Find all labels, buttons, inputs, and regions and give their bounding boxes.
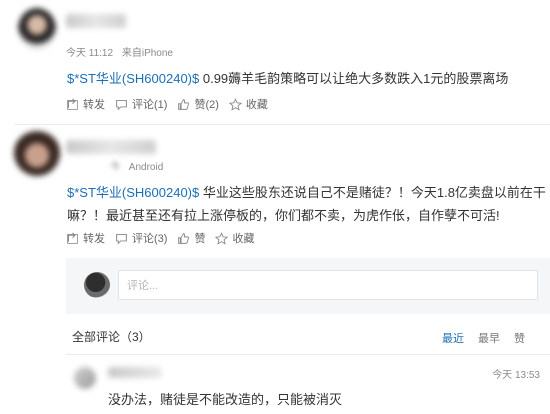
post-actions: 转发 评论(3) 赞 收藏 [66, 230, 254, 246]
stock-link[interactable]: $*ST华业(SH600240)$ [67, 71, 199, 86]
thumbs-up-icon [178, 98, 190, 110]
favorite-button[interactable]: 收藏 [228, 96, 268, 112]
sort-recent[interactable]: 最近 [442, 330, 464, 346]
favorite-button[interactable]: 收藏 [215, 230, 254, 246]
sort-likes[interactable]: 赞 [514, 330, 525, 346]
post-body: 华业这些股东还说自己不是赌徒？！今天1.8亿卖盘以前在干 [202, 185, 546, 200]
comment-composer: 评论... [66, 258, 550, 314]
reply-text: 没办法，赌徒是不能改造的，只能被消灭 [108, 392, 343, 407]
post-meta: 今天 11:12 来自iPhone [66, 44, 173, 59]
username-redacted[interactable] [66, 140, 156, 154]
post-body: 0.99薅羊毛韵策略可以让绝大多数跌入1元的股票离场 [202, 71, 509, 86]
post-text-line-2: 嘛？！最近甚至还有拉上涨停板的，你们都不卖，为虎作伥，自作孽不可活! [67, 208, 500, 223]
post-meta: 今 Android [110, 158, 163, 173]
avatar[interactable] [18, 8, 56, 50]
username-redacted[interactable] [108, 367, 162, 378]
repost-icon [67, 231, 78, 244]
comment-icon [116, 99, 127, 111]
post-actions: 转发 评论(1) 赞(2) 收藏 [66, 96, 268, 112]
like-button[interactable]: 赞 [177, 230, 205, 246]
post-time: 今天 11:12 [66, 48, 114, 59]
star-icon [228, 97, 242, 111]
post-source: Android [128, 162, 164, 173]
repost-icon [67, 97, 78, 110]
repost-button[interactable]: 转发 [66, 230, 105, 246]
reply-time: 今天 13:53 [492, 370, 540, 381]
divider [14, 124, 550, 125]
comments-title: 全部评论（3） [72, 330, 151, 344]
comment-button[interactable]: 评论(1) [115, 96, 167, 112]
sort-earliest[interactable]: 最早 [478, 330, 500, 346]
post-text: $*ST华业(SH600240)$ 0.99薅羊毛韵策略可以让绝大多数跌入1元的… [67, 68, 508, 87]
my-avatar [84, 272, 110, 298]
repost-button[interactable]: 转发 [66, 96, 105, 112]
post-source: 来自iPhone [121, 48, 173, 59]
avatar[interactable] [74, 367, 96, 389]
post-text: $*ST华业(SH600240)$ 华业这些股东还说自己不是赌徒？！今天1.8亿… [67, 182, 546, 201]
comment-button[interactable]: 评论(3) [115, 230, 167, 246]
comment-sort: 最近 最早 赞 [442, 330, 525, 346]
thumbs-up-icon [178, 232, 190, 244]
like-button[interactable]: 赞(2) [177, 96, 219, 112]
avatar[interactable] [14, 130, 60, 176]
divider [66, 354, 550, 355]
star-icon [215, 231, 229, 245]
comment-input[interactable]: 评论... [118, 270, 538, 300]
comment-icon [116, 233, 127, 245]
username-redacted[interactable] [66, 14, 126, 28]
post-time: 今 [110, 162, 120, 173]
stock-link[interactable]: $*ST华业(SH600240)$ [67, 185, 199, 200]
